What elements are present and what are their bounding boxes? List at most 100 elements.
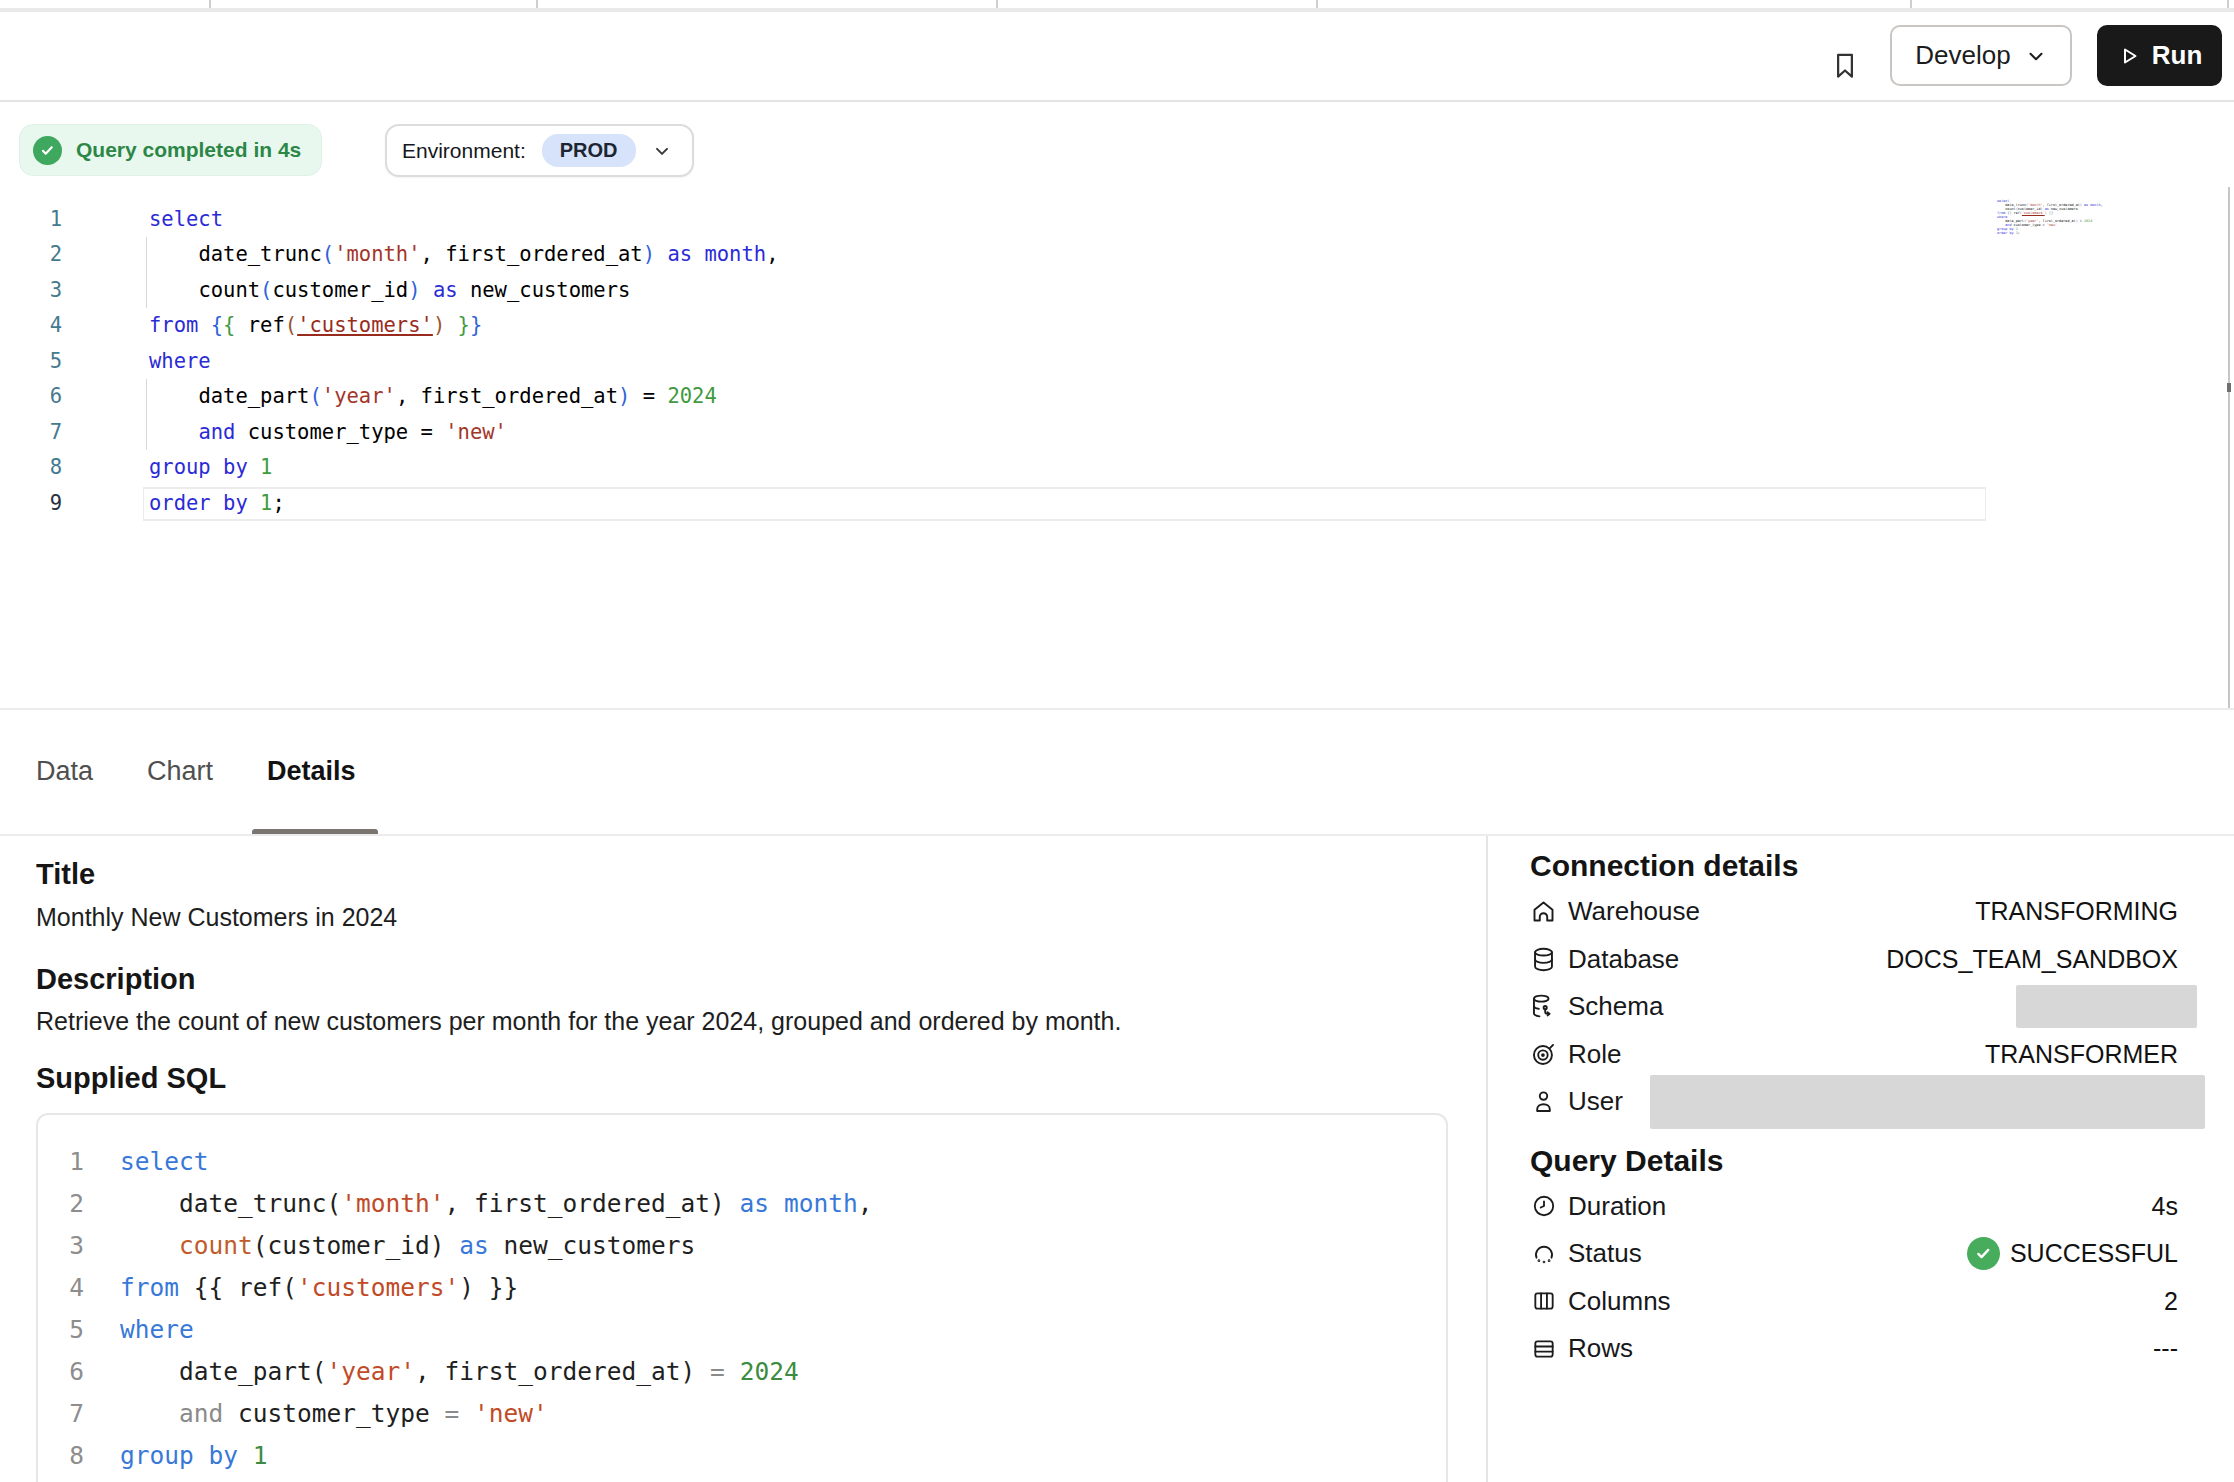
- row-value: TRANSFORMING: [1975, 897, 2178, 926]
- user-icon: [1530, 1088, 1557, 1115]
- tab-data[interactable]: Data: [36, 756, 93, 787]
- role-row: Role TRANSFORMER: [1530, 1031, 2178, 1079]
- sql-editor[interactable]: 1select2 date_trunc('month', first_order…: [0, 190, 2234, 708]
- supplied-sql-box: 1select2 date_trunc('month', first_order…: [36, 1113, 1448, 1482]
- details-panel: Title Monthly New Customers in 2024 Desc…: [0, 836, 1486, 1482]
- line-number: 3: [38, 1231, 84, 1260]
- line-number: 2: [0, 242, 62, 266]
- duration-icon: [1530, 1193, 1557, 1220]
- supplied-sql-line: 1select: [38, 1140, 1446, 1182]
- bookmark-icon: [1830, 47, 1860, 85]
- duration-row: Duration 4s: [1530, 1183, 2178, 1231]
- line-number: 5: [38, 1315, 84, 1344]
- supplied-sql-line: 5where: [38, 1308, 1446, 1350]
- develop-label: Develop: [1915, 40, 2010, 71]
- supplied-sql-line: 4from {{ ref('customers') }}: [38, 1266, 1446, 1308]
- role-icon: [1530, 1041, 1557, 1068]
- status-row: StatusSUCCESSFUL: [1530, 1230, 2178, 1278]
- columns-row: Columns2: [1530, 1278, 2178, 1326]
- row-label: Columns: [1568, 1286, 1671, 1317]
- line-number: 1: [0, 207, 62, 231]
- line-number: 5: [0, 349, 62, 373]
- supplied-sql-line: 2 date_trunc('month', first_ordered_at) …: [38, 1182, 1446, 1224]
- description-heading: Description: [36, 963, 196, 996]
- editor-line[interactable]: 6 date_part('year', first_ordered_at) = …: [0, 379, 779, 415]
- editor-code: 1select2 date_trunc('month', first_order…: [0, 201, 779, 521]
- environment-label: Environment:: [402, 139, 526, 163]
- indent-guide: [146, 237, 147, 273]
- environment-value-pill: PROD: [542, 134, 636, 167]
- toolbar: Develop Run: [0, 12, 2234, 102]
- line-number: 2: [38, 1189, 84, 1218]
- line-number: 8: [38, 1441, 84, 1470]
- row-label: Duration: [1568, 1191, 1666, 1222]
- row-label: Database: [1568, 944, 1679, 975]
- supplied-sql-line: 8group by 1: [38, 1434, 1446, 1476]
- row-label: Schema: [1568, 991, 1663, 1022]
- query-details-heading: Query Details: [1530, 1139, 2178, 1183]
- row-label: User: [1568, 1086, 1623, 1117]
- supplied-sql-line: 6 date_part('year', first_ordered_at) = …: [38, 1350, 1446, 1392]
- row-value: DOCS_TEAM_SANDBOX: [1886, 945, 2178, 974]
- scrollbar-thumb[interactable]: [2227, 383, 2231, 392]
- title-heading: Title: [36, 858, 95, 891]
- row-value: 4s: [2152, 1192, 2178, 1221]
- window-tab-strip: [0, 0, 2234, 8]
- line-number: 6: [38, 1357, 84, 1386]
- row-value: [2016, 985, 2178, 1028]
- line-number: 7: [38, 1399, 84, 1428]
- line-number: 3: [0, 278, 62, 302]
- row-value: ---: [2153, 1334, 2178, 1363]
- tab-separator: [2227, 0, 2229, 8]
- check-icon: [1967, 1237, 2000, 1270]
- editor-line[interactable]: 1select: [0, 201, 779, 237]
- warehouse-icon: [1530, 898, 1557, 925]
- editor-line[interactable]: 8group by 1: [0, 450, 779, 486]
- indent-guide: [146, 414, 147, 450]
- indent-guide: [146, 379, 147, 415]
- active-tab-underline: [252, 829, 378, 834]
- editor-minimap[interactable]: select date_trunc('month', first_ordered…: [1997, 199, 2103, 235]
- line-number: 6: [0, 384, 62, 408]
- develop-dropdown[interactable]: Develop: [1890, 25, 2072, 86]
- page: Develop Run Query completed in 4s Enviro…: [0, 0, 2234, 1482]
- redacted-value: [2016, 985, 2197, 1028]
- run-button[interactable]: Run: [2097, 25, 2222, 86]
- database-row: Database DOCS_TEAM_SANDBOX: [1530, 936, 2178, 984]
- row-value: TRANSFORMER: [1985, 1040, 2178, 1069]
- editor-line[interactable]: 7 and customer_type = 'new': [0, 414, 779, 450]
- chevron-down-icon: [652, 141, 672, 161]
- tab-chart[interactable]: Chart: [147, 756, 213, 787]
- warehouse-row: WarehouseTRANSFORMING: [1530, 888, 2178, 936]
- line-number: 4: [0, 313, 62, 337]
- user-row: User: [1530, 1078, 2178, 1126]
- tab-details[interactable]: Details: [267, 756, 356, 787]
- row-label: Rows: [1568, 1333, 1633, 1364]
- editor-line[interactable]: 4from {{ ref('customers') }}: [0, 308, 779, 344]
- title-value: Monthly New Customers in 2024: [36, 903, 397, 932]
- bookmark-button[interactable]: [1826, 44, 1864, 88]
- tab-separator: [1910, 0, 1912, 8]
- line-number: 4: [38, 1273, 84, 1302]
- status-icon: [1530, 1240, 1557, 1267]
- tab-separator: [1316, 0, 1318, 8]
- row-value: [1650, 1075, 2178, 1129]
- tab-separator: [536, 0, 538, 8]
- row-label: Role: [1568, 1039, 1621, 1070]
- row-value: SUCCESSFUL: [1967, 1237, 2178, 1270]
- supplied-sql-line: 7 and customer_type = 'new': [38, 1392, 1446, 1434]
- environment-selector[interactable]: Environment: PROD: [385, 124, 694, 177]
- editor-line[interactable]: 3 count(customer_id) as new_customers: [0, 272, 779, 308]
- rows-icon: [1530, 1335, 1557, 1362]
- chevron-down-icon: [2025, 45, 2047, 67]
- connection-details-panel: Connection details WarehouseTRANSFORMING…: [1486, 836, 2234, 1482]
- line-number: 8: [0, 455, 62, 479]
- tab-separator: [209, 0, 211, 8]
- description-value: Retrieve the count of new customers per …: [36, 1007, 1121, 1036]
- editor-line[interactable]: 9order by 1;: [0, 485, 779, 521]
- play-icon: [2117, 44, 2141, 68]
- schema-row: Schema: [1530, 983, 2178, 1031]
- editor-line[interactable]: 5where: [0, 343, 779, 379]
- editor-line[interactable]: 2 date_trunc('month', first_ordered_at) …: [0, 237, 779, 273]
- supplied-sql-heading: Supplied SQL: [36, 1062, 226, 1095]
